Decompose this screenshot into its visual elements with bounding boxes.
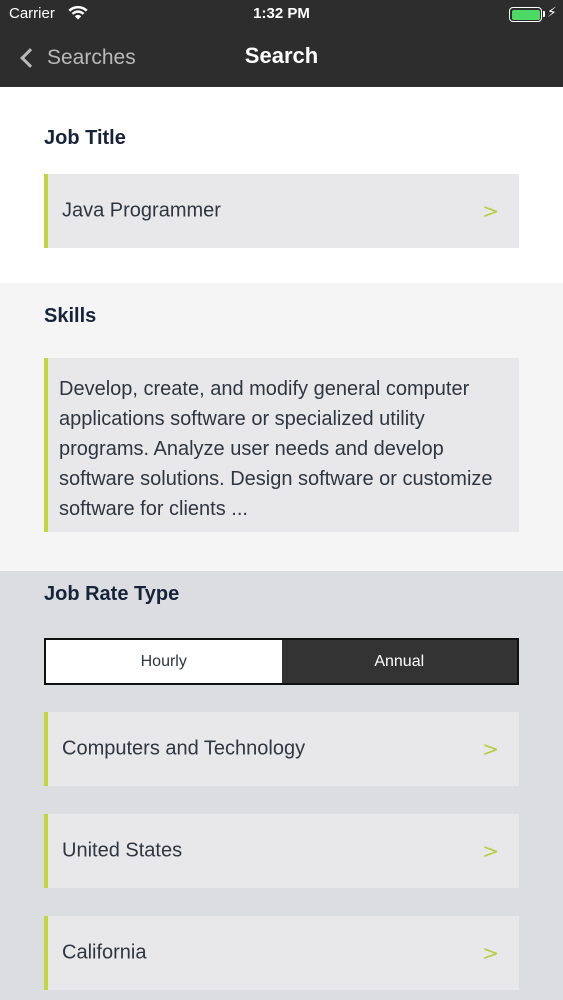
- chevron-right-icon: >: [482, 941, 499, 965]
- battery-level: [511, 9, 540, 20]
- industry-value: Computers and Technology: [62, 737, 306, 760]
- country-row[interactable]: United States >: [44, 814, 519, 888]
- job-title-row[interactable]: Java Programmer >: [44, 174, 519, 248]
- industry-row[interactable]: Computers and Technology >: [44, 712, 519, 786]
- job-rate-type-heading: Job Rate Type: [44, 583, 180, 605]
- skills-textarea[interactable]: Develop, create, and modify general comp…: [44, 358, 519, 532]
- battery-icon: [509, 7, 542, 22]
- skills-text: Develop, create, and modify general comp…: [59, 378, 493, 520]
- segment-annual[interactable]: Annual: [281, 640, 517, 683]
- job-rate-type-section: Job Rate Type Hourly Annual Computers an…: [0, 571, 563, 1000]
- chevron-right-icon: >: [482, 199, 499, 223]
- status-bar: Carrier 1:32 PM ⚡: [0, 0, 563, 30]
- segment-hourly[interactable]: Hourly: [46, 640, 282, 683]
- chevron-right-icon: >: [482, 839, 499, 863]
- job-title-section: Job Title Java Programmer >: [0, 87, 563, 283]
- job-title-heading: Job Title: [44, 127, 126, 149]
- page-title: Search: [244, 43, 319, 68]
- skills-heading: Skills: [44, 305, 97, 327]
- battery-tip: [543, 11, 545, 17]
- job-title-value: Java Programmer: [62, 199, 221, 222]
- chevron-right-icon: >: [482, 737, 499, 761]
- charging-icon: ⚡: [547, 5, 557, 21]
- state-value: California: [62, 941, 147, 964]
- country-value: United States: [62, 839, 183, 862]
- status-time: 1:32 PM: [253, 5, 310, 22]
- skills-section: Skills Develop, create, and modify gener…: [0, 283, 563, 571]
- rate-type-segmented-control: Hourly Annual: [44, 638, 519, 685]
- navigation-bar: Carrier 1:32 PM ⚡ Searches Search: [0, 0, 563, 87]
- state-row[interactable]: California >: [44, 916, 519, 990]
